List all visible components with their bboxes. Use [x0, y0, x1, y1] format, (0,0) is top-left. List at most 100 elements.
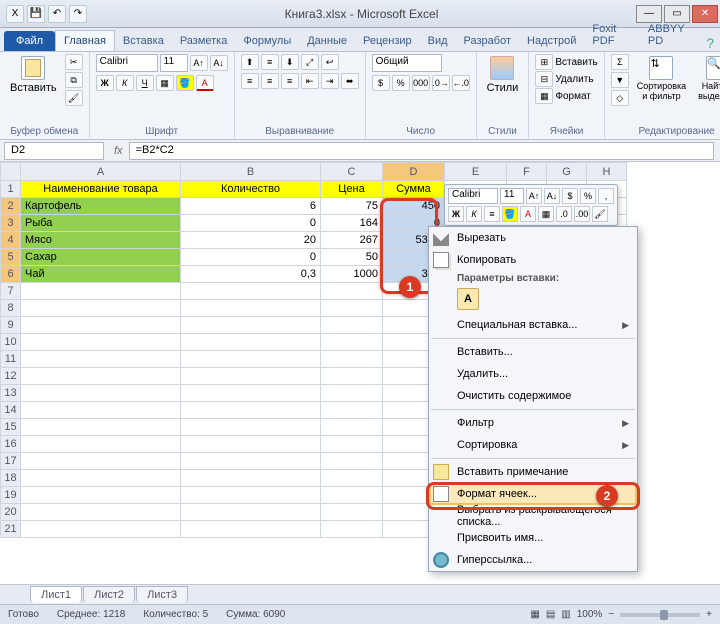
underline-button[interactable]: Ч	[136, 75, 154, 91]
save-icon[interactable]: 💾	[27, 5, 45, 23]
mini-font-color-icon[interactable]: A	[520, 206, 536, 222]
currency-icon[interactable]: $	[372, 75, 390, 91]
cell-a5[interactable]: Сахар	[21, 249, 181, 266]
ctx-dropdown-list[interactable]: Выбрать из раскрывающегося списка...	[429, 505, 637, 527]
cell-c2[interactable]: 75	[321, 198, 383, 215]
ctx-copy[interactable]: Копировать	[429, 249, 637, 271]
font-name-input[interactable]: Calibri	[96, 54, 158, 72]
fill-icon[interactable]: ▼	[611, 72, 629, 88]
cells-insert-label[interactable]: Вставить	[555, 57, 597, 68]
cell-b2[interactable]: 6	[181, 198, 321, 215]
tab-addins[interactable]: Надстрой	[519, 31, 584, 51]
col-header-e[interactable]: E	[445, 163, 507, 181]
worksheet[interactable]: A B C D E F G H 1 Наименование товара Ко…	[0, 162, 720, 538]
col-header-b[interactable]: B	[181, 163, 321, 181]
font-size-input[interactable]: 11	[160, 54, 188, 72]
col-header-a[interactable]: A	[21, 163, 181, 181]
align-left-icon[interactable]: ≡	[241, 73, 259, 89]
cell-a3[interactable]: Рыба	[21, 215, 181, 232]
tab-formulas[interactable]: Формулы	[235, 31, 299, 51]
increase-font-icon[interactable]: A↑	[190, 55, 208, 71]
zoom-out-button[interactable]: −	[608, 609, 614, 620]
tab-layout[interactable]: Разметка	[172, 31, 236, 51]
clear-icon[interactable]: ◇	[611, 90, 629, 106]
mini-comma-icon[interactable]: ,	[598, 188, 614, 204]
cell-d2[interactable]: 450	[383, 198, 445, 215]
col-header-f[interactable]: F	[507, 163, 547, 181]
cell-b3[interactable]: 0	[181, 215, 321, 232]
increase-decimal-icon[interactable]: .0→	[432, 75, 450, 91]
tab-file[interactable]: Файл	[4, 31, 55, 51]
mini-currency-icon[interactable]: $	[562, 188, 578, 204]
bold-button[interactable]: Ж	[96, 75, 114, 91]
mini-bold-button[interactable]: Ж	[448, 206, 464, 222]
row-header[interactable]: 7	[1, 283, 21, 300]
mini-inc-decimal-icon[interactable]: .00	[574, 206, 590, 222]
ctx-clear[interactable]: Очистить содержимое	[429, 385, 637, 407]
cell-b4[interactable]: 20	[181, 232, 321, 249]
comma-icon[interactable]: 000	[412, 75, 430, 91]
cut-icon[interactable]: ✂	[65, 54, 83, 70]
tab-view[interactable]: Вид	[420, 31, 456, 51]
tab-home[interactable]: Главная	[55, 30, 115, 51]
cells-delete-label[interactable]: Удалить	[555, 74, 593, 85]
zoom-level[interactable]: 100%	[577, 609, 603, 620]
name-box[interactable]: D2	[4, 142, 104, 160]
ctx-hyperlink[interactable]: Гиперссылка...	[429, 549, 637, 571]
percent-icon[interactable]: %	[392, 75, 410, 91]
styles-button[interactable]: Стили	[483, 54, 523, 96]
ctx-insert-comment[interactable]: Вставить примечание	[429, 461, 637, 483]
row-header-3[interactable]: 3	[1, 215, 21, 232]
cells-format-icon[interactable]: ▦	[535, 88, 553, 104]
sheet-tab-3[interactable]: Лист3	[136, 586, 188, 603]
mini-increase-font-icon[interactable]: A↑	[526, 188, 542, 204]
autosum-icon[interactable]: Σ	[611, 54, 629, 70]
decrease-decimal-icon[interactable]: ←.0	[452, 75, 470, 91]
tab-insert[interactable]: Вставка	[115, 31, 172, 51]
cells-delete-icon[interactable]: ⊟	[535, 71, 553, 87]
cell-c5[interactable]: 50	[321, 249, 383, 266]
decrease-indent-icon[interactable]: ⇤	[301, 73, 319, 89]
cell-a4[interactable]: Мясо	[21, 232, 181, 249]
format-painter-icon[interactable]: 🖌	[65, 90, 83, 106]
cell-d1[interactable]: Сумма	[383, 181, 445, 198]
cell-c3[interactable]: 164	[321, 215, 383, 232]
view-break-icon[interactable]: ▥	[561, 609, 570, 620]
mini-decrease-font-icon[interactable]: A↓	[544, 188, 560, 204]
excel-icon[interactable]: X	[6, 5, 24, 23]
cell-b1[interactable]: Количество	[181, 181, 321, 198]
ctx-sort[interactable]: Сортировка▶	[429, 434, 637, 456]
row-header-1[interactable]: 1	[1, 181, 21, 198]
mini-percent-icon[interactable]: %	[580, 188, 596, 204]
ctx-define-name[interactable]: Присвоить имя...	[429, 527, 637, 549]
row-header-5[interactable]: 5	[1, 249, 21, 266]
row-header-4[interactable]: 4	[1, 232, 21, 249]
mini-font-input[interactable]: Calibri	[448, 188, 498, 204]
cell-c6[interactable]: 1000	[321, 266, 383, 283]
mini-italic-button[interactable]: К	[466, 206, 482, 222]
sheet-tab-2[interactable]: Лист2	[83, 586, 135, 603]
border-icon[interactable]: ▦	[156, 75, 174, 91]
align-bottom-icon[interactable]: ⬇	[281, 54, 299, 70]
view-layout-icon[interactable]: ▤	[546, 609, 555, 620]
mini-size-input[interactable]: 11	[500, 188, 524, 204]
cell-a6[interactable]: Чай	[21, 266, 181, 283]
increase-indent-icon[interactable]: ⇥	[321, 73, 339, 89]
decrease-font-icon[interactable]: A↓	[210, 55, 228, 71]
select-all-corner[interactable]	[1, 163, 21, 181]
ctx-insert[interactable]: Вставить...	[429, 341, 637, 363]
paste-button[interactable]: Вставить	[6, 54, 61, 96]
find-select-button[interactable]: 🔍 Найти и выделить	[694, 54, 720, 104]
col-header-g[interactable]: G	[547, 163, 587, 181]
copy-icon[interactable]: ⧉	[65, 72, 83, 88]
tab-review[interactable]: Рецензир	[355, 31, 420, 51]
sheet-tab-1[interactable]: Лист1	[30, 586, 82, 603]
mini-dec-decimal-icon[interactable]: .0	[556, 206, 572, 222]
row-header-6[interactable]: 6	[1, 266, 21, 283]
cells-format-label[interactable]: Формат	[555, 91, 591, 102]
tab-data[interactable]: Данные	[299, 31, 355, 51]
align-center-icon[interactable]: ≡	[261, 73, 279, 89]
wrap-text-icon[interactable]: ↩	[321, 54, 339, 70]
mini-align-icon[interactable]: ≡	[484, 206, 500, 222]
help-icon[interactable]: ?	[700, 35, 720, 51]
